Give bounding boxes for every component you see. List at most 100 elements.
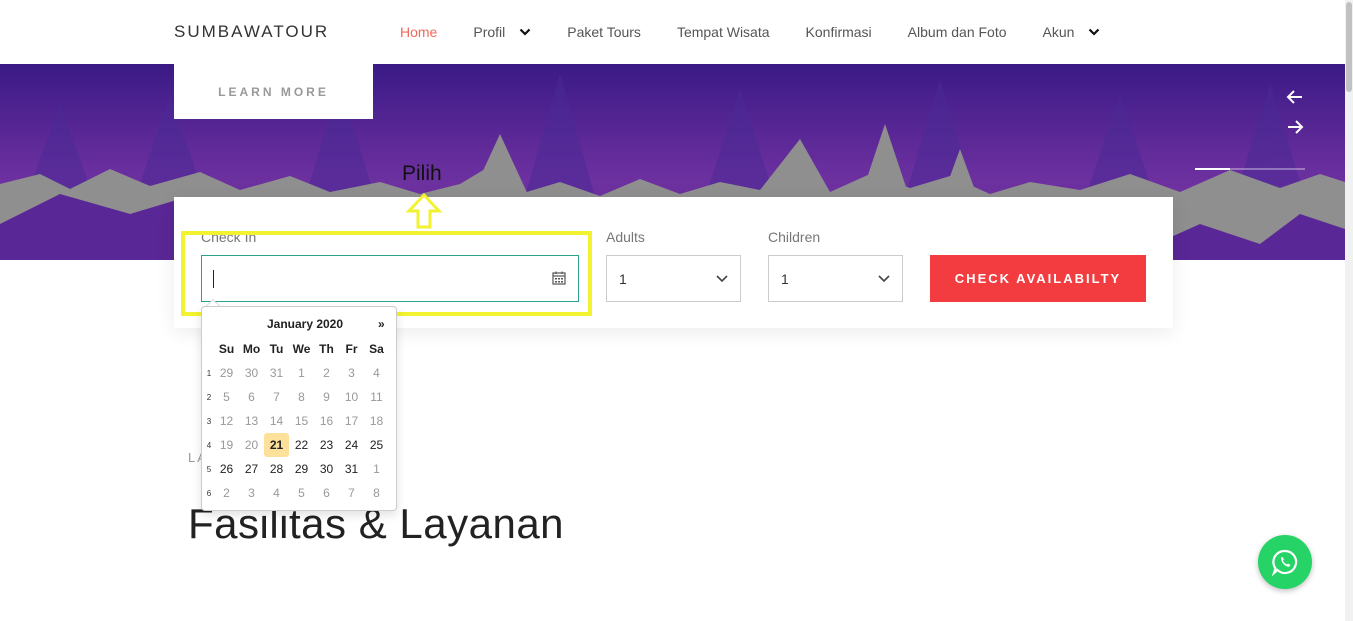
text-cursor: [213, 270, 214, 288]
nav-item-label: Album dan Foto: [907, 24, 1007, 40]
datepicker-week-row: 1 29 30 31 1 2 3 4: [204, 361, 389, 385]
datepicker-day[interactable]: 7: [339, 481, 364, 505]
datepicker-day[interactable]: 1: [289, 361, 314, 385]
datepicker-day[interactable]: 7: [264, 385, 289, 409]
datepicker-day[interactable]: 6: [239, 385, 264, 409]
datepicker-day[interactable]: 17: [339, 409, 364, 433]
datepicker-day[interactable]: 20: [239, 433, 264, 457]
weekday-header: Sa: [369, 342, 384, 356]
page-scrollbar[interactable]: [1345, 0, 1353, 621]
week-number: 4: [206, 440, 212, 450]
calendar-icon[interactable]: [552, 271, 566, 285]
nav-item-home[interactable]: Home: [400, 24, 437, 40]
datepicker-next-button[interactable]: »: [378, 317, 385, 331]
brand-logo[interactable]: SUMBAWATOUR: [174, 22, 329, 42]
adults-select[interactable]: 1: [606, 255, 741, 302]
datepicker-day[interactable]: 10: [339, 385, 364, 409]
datepicker-day[interactable]: 4: [364, 361, 389, 385]
datepicker-day[interactable]: 16: [314, 409, 339, 433]
chevron-down-icon: [1089, 28, 1100, 36]
learn-more-button[interactable]: LEARN MORE: [174, 64, 373, 119]
datepicker-day[interactable]: 1: [364, 457, 389, 481]
nav-item-akun[interactable]: Akun: [1043, 24, 1101, 40]
arrow-left-icon[interactable]: [1286, 88, 1304, 106]
datepicker-day[interactable]: 3: [339, 361, 364, 385]
week-number: 1: [206, 368, 212, 378]
nav-item-tempat-wisata[interactable]: Tempat Wisata: [677, 24, 770, 40]
nav-item-label: Paket Tours: [567, 24, 641, 40]
datepicker-week-row: 4 19 20 21 22 23 24 25: [204, 433, 389, 457]
nav-item-album-dan-foto[interactable]: Album dan Foto: [908, 24, 1007, 40]
datepicker-day[interactable]: 8: [364, 481, 389, 505]
datepicker-day[interactable]: 29: [289, 457, 314, 481]
datepicker-day[interactable]: 4: [264, 481, 289, 505]
datepicker-day[interactable]: 3: [239, 481, 264, 505]
weekday-header: Fr: [345, 342, 358, 356]
datepicker-day[interactable]: 22: [289, 433, 314, 457]
nav-item-label: Tempat Wisata: [676, 24, 770, 40]
datepicker-day[interactable]: 31: [264, 361, 289, 385]
weekday-header: Mo: [242, 342, 261, 356]
datepicker-header: January 2020 »: [202, 317, 398, 333]
week-number: 5: [206, 464, 212, 474]
datepicker-month-title[interactable]: January 2020: [240, 317, 370, 331]
datepicker-day[interactable]: 2: [214, 481, 239, 505]
checkin-date-input[interactable]: [201, 255, 579, 302]
datepicker-day[interactable]: 27: [239, 457, 264, 481]
nav-item-paket-tours[interactable]: Paket Tours: [567, 24, 641, 40]
datepicker-popup: January 2020 » Su Mo Tu We Th Fr Sa 1 29 30 31 1 2 3…: [201, 306, 397, 511]
datepicker-day-today[interactable]: 21: [264, 433, 289, 457]
chevron-down-icon: [519, 28, 531, 36]
datepicker-day[interactable]: 25: [364, 433, 389, 457]
datepicker-day[interactable]: 28: [264, 457, 289, 481]
datepicker-week-row: 5 26 27 28 29 30 31 1: [204, 457, 389, 481]
chevron-down-icon: [878, 275, 890, 283]
week-number: 3: [206, 416, 212, 426]
datepicker-day[interactable]: 5: [214, 385, 239, 409]
datepicker-day[interactable]: 14: [264, 409, 289, 433]
whatsapp-button[interactable]: [1258, 535, 1312, 589]
weekday-header: Tu: [269, 342, 284, 356]
nav-item-konfirmasi[interactable]: Konfirmasi: [806, 24, 872, 40]
datepicker-day[interactable]: 18: [364, 409, 389, 433]
nav-item-label: Home: [400, 24, 438, 40]
datepicker-day[interactable]: 24: [339, 433, 364, 457]
datepicker-day[interactable]: 31: [339, 457, 364, 481]
datepicker-day[interactable]: 26: [214, 457, 239, 481]
children-select[interactable]: 1: [768, 255, 903, 302]
chevron-down-icon: [716, 275, 728, 283]
datepicker-day[interactable]: 13: [239, 409, 264, 433]
slide-progress-bar: [1195, 168, 1305, 170]
annotation-label: Pilih: [402, 162, 442, 185]
datepicker-day[interactable]: 23: [314, 433, 339, 457]
adults-value: 1: [619, 271, 627, 287]
datepicker-day[interactable]: 30: [314, 457, 339, 481]
annotation-up-arrow-icon: [405, 192, 443, 229]
whatsapp-icon: [1271, 549, 1298, 576]
week-number: 6: [206, 488, 212, 498]
datepicker-day[interactable]: 5: [289, 481, 314, 505]
check-availability-button[interactable]: CHECK AVAILABILTY: [930, 255, 1146, 302]
nav-item-label: Akun: [1042, 24, 1075, 40]
children-label: Children: [768, 229, 821, 245]
datepicker-week-row: 62345678: [204, 481, 389, 505]
datepicker-day[interactable]: 29: [214, 361, 239, 385]
datepicker-day[interactable]: 9: [314, 385, 339, 409]
datepicker-day[interactable]: 15: [289, 409, 314, 433]
weekday-header: Su: [218, 342, 235, 356]
arrow-right-icon[interactable]: [1286, 118, 1304, 136]
adults-label: Adults: [606, 229, 645, 245]
datepicker-day[interactable]: 12: [214, 409, 239, 433]
datepicker-day[interactable]: 11: [364, 385, 389, 409]
week-number: 2: [206, 392, 212, 402]
nav-item-label: Profil: [473, 24, 506, 40]
nav-item-profil[interactable]: Profil: [473, 24, 531, 40]
datepicker-grid: Su Mo Tu We Th Fr Sa 1 29 30 31 1 2 3 4 2 5 6 7 8 9 10 11 3 12 1…: [204, 337, 389, 505]
weekday-header: We: [292, 342, 311, 356]
datepicker-day[interactable]: 6: [314, 481, 339, 505]
datepicker-day[interactable]: 30: [239, 361, 264, 385]
datepicker-day[interactable]: 8: [289, 385, 314, 409]
nav-item-label: Konfirmasi: [805, 24, 872, 40]
datepicker-day[interactable]: 19: [214, 433, 239, 457]
datepicker-day[interactable]: 2: [314, 361, 339, 385]
